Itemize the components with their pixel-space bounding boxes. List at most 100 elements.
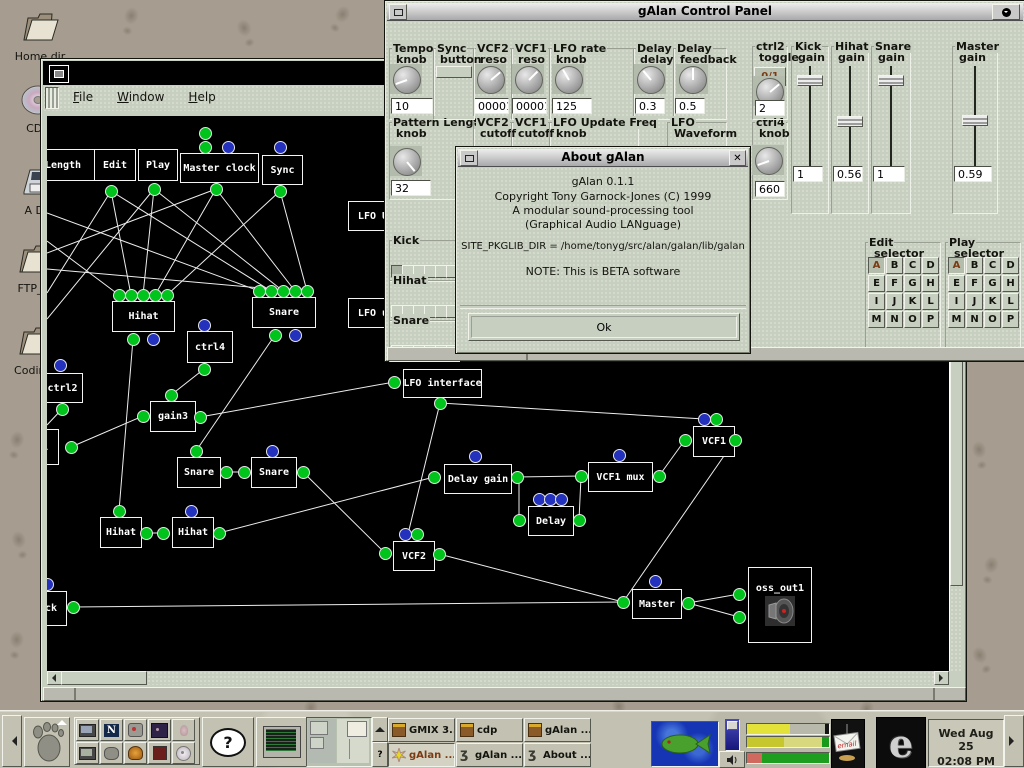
launcher-cdrom-icon[interactable] <box>172 742 195 764</box>
port-green[interactable] <box>127 333 140 346</box>
port-blue[interactable] <box>469 450 482 463</box>
selector-button-H[interactable]: H <box>922 275 939 292</box>
port-green[interactable] <box>679 434 692 447</box>
port-green[interactable] <box>190 445 203 458</box>
port-green[interactable] <box>165 389 178 402</box>
enlightenment-button[interactable]: e <box>876 717 926 768</box>
scroll-right-arrow-icon[interactable] <box>934 671 949 685</box>
port-green[interactable] <box>729 434 742 447</box>
selector-button-B[interactable]: B <box>966 257 983 274</box>
node-vcf1-mux[interactable]: VCF1 mux <box>588 462 653 492</box>
port-green[interactable] <box>710 413 723 426</box>
window-menu-icon[interactable] <box>460 150 478 166</box>
menu-help[interactable]: Help <box>176 85 227 109</box>
node-snare[interactable]: Snare <box>177 457 221 488</box>
sync-button[interactable] <box>436 66 472 78</box>
selector-button-L[interactable]: L <box>922 293 939 310</box>
task-button-galan-[interactable]: ʒgAlan ... <box>456 743 523 767</box>
port-green[interactable] <box>65 441 78 454</box>
selector-button-B[interactable]: B <box>886 257 903 274</box>
node-play[interactable]: Play <box>138 149 178 181</box>
node-oss-out1[interactable]: oss_out1 <box>748 567 812 643</box>
task-button-about-[interactable]: ʒAbout ... <box>524 743 591 767</box>
horizontal-scrollbar[interactable] <box>47 671 949 685</box>
kick-gain-value[interactable]: 1 <box>793 166 823 182</box>
delay-feedback-knob[interactable] <box>679 66 707 94</box>
port-blue[interactable] <box>147 333 160 346</box>
selector-button-J[interactable]: J <box>966 293 983 310</box>
node-kick[interactable]: Kick <box>47 591 67 626</box>
node-ctrl4[interactable]: ctrl4 <box>187 331 233 363</box>
control-panel-titlebar[interactable]: gAlan Control Panel <box>387 3 1023 21</box>
close-icon[interactable]: ✕ <box>729 150 746 166</box>
node-hihat[interactable]: Hihat <box>172 517 214 548</box>
selector-button-N[interactable]: N <box>966 311 983 328</box>
port-green[interactable] <box>269 329 282 342</box>
selector-button-E[interactable]: E <box>948 275 965 292</box>
port-green[interactable] <box>161 289 174 302</box>
port-green[interactable] <box>433 548 446 561</box>
port-blue[interactable] <box>649 575 662 588</box>
port-blue[interactable] <box>198 319 211 332</box>
ctrl2-value[interactable]: 2 <box>755 100 785 116</box>
launcher-terminal-icon[interactable] <box>76 719 99 741</box>
port-green[interactable] <box>379 547 392 560</box>
node-ctrl2[interactable]: ctrl2 <box>47 373 83 403</box>
mute-button[interactable] <box>719 751 745 768</box>
port-green[interactable] <box>210 183 223 196</box>
selector-button-F[interactable]: F <box>886 275 903 292</box>
port-green[interactable] <box>157 527 170 540</box>
tempo-knob-knob[interactable] <box>393 66 421 94</box>
port-green[interactable] <box>617 596 630 609</box>
port-blue[interactable] <box>222 141 235 154</box>
port-green[interactable] <box>213 527 226 540</box>
selector-button-M[interactable]: M <box>948 311 965 328</box>
port-green[interactable] <box>513 514 526 527</box>
node-snare[interactable]: Snare <box>252 297 316 328</box>
port-blue[interactable] <box>274 141 287 154</box>
port-green[interactable] <box>67 601 80 614</box>
port-green[interactable] <box>148 183 161 196</box>
port-green[interactable] <box>575 470 588 483</box>
port-green[interactable] <box>199 141 212 154</box>
mixer-slider-thumb[interactable] <box>727 721 738 730</box>
selector-button-D[interactable]: D <box>1002 257 1019 274</box>
selector-button-I[interactable]: I <box>948 293 965 310</box>
snare-gain-slider-thumb[interactable] <box>878 75 904 86</box>
selector-button-K[interactable]: K <box>904 293 921 310</box>
port-green[interactable] <box>428 471 441 484</box>
menu-window[interactable]: Window <box>105 85 176 109</box>
port-green[interactable] <box>434 397 447 410</box>
port-blue[interactable] <box>555 493 568 506</box>
node-gain3[interactable]: gain3 <box>150 401 196 432</box>
port-green[interactable] <box>388 376 401 389</box>
window-menu-icon[interactable] <box>49 65 69 83</box>
selector-button-C[interactable]: C <box>984 257 1001 274</box>
selector-button-P[interactable]: P <box>1002 311 1019 328</box>
master-gain-value[interactable]: 0.59 <box>954 166 992 182</box>
menu-drag-handle[interactable] <box>45 87 59 109</box>
panel-hide-left-button[interactable] <box>2 715 22 767</box>
pager-help-button[interactable]: ? <box>372 742 388 767</box>
lfo-rate-knob-value[interactable]: 125 <box>552 98 592 114</box>
ctrl4-knob-value[interactable]: 660 <box>755 181 785 197</box>
selector-button-N[interactable]: N <box>886 311 903 328</box>
task-button-cdp[interactable]: cdp <box>456 718 523 742</box>
port-green[interactable] <box>297 466 310 479</box>
pattern-length-knob-knob[interactable] <box>393 148 421 176</box>
selector-button-I[interactable]: I <box>868 293 885 310</box>
vcf2-reso-knob[interactable] <box>477 66 505 94</box>
port-blue[interactable] <box>613 449 626 462</box>
scroll-left-arrow-icon[interactable] <box>47 671 62 685</box>
fish-applet[interactable] <box>651 721 719 767</box>
selector-button-P[interactable]: P <box>922 311 939 328</box>
port-green[interactable] <box>199 127 212 140</box>
shade-button[interactable] <box>992 4 1020 20</box>
node-vcf2[interactable]: VCF2 <box>393 541 435 571</box>
port-green[interactable] <box>411 528 424 541</box>
port-green[interactable] <box>511 471 524 484</box>
pager-up-button[interactable] <box>372 717 388 742</box>
vcf1-reso-value[interactable]: 00001 <box>512 98 547 114</box>
port-green[interactable] <box>682 597 695 610</box>
master-gain-slider-thumb[interactable] <box>962 115 988 126</box>
